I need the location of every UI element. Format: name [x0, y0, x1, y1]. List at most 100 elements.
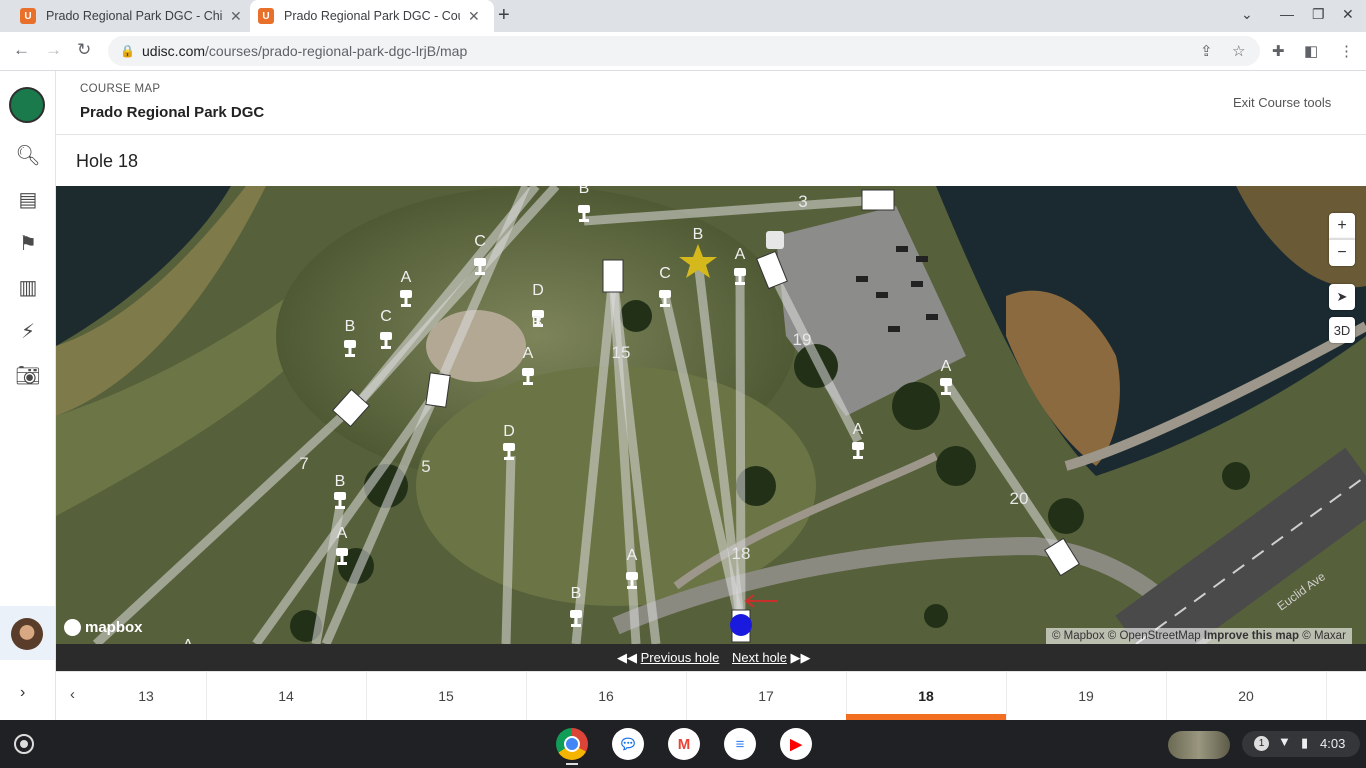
basket-letter: A — [627, 547, 638, 564]
tab-search-icon[interactable]: ⌄ — [1241, 6, 1253, 23]
next-hole-link[interactable]: Next hole ▶▶ — [732, 650, 811, 666]
hole-tab-13[interactable]: 13 — [86, 671, 207, 720]
mapbox-logo-icon — [64, 619, 81, 636]
messages-app-icon[interactable]: 💬︎ — [612, 728, 644, 760]
docs-app-icon[interactable]: ≡ — [724, 728, 756, 760]
improve-map-link[interactable]: Improve this map — [1204, 630, 1299, 642]
launcher-icon[interactable] — [14, 734, 34, 754]
hole-label-7: 7 — [299, 454, 308, 473]
url-path: /courses/prado-regional-park-dgc-lrjB/ma… — [205, 43, 468, 59]
hole-header — [56, 135, 1366, 186]
gmail-app-icon[interactable]: M — [668, 728, 700, 760]
running-indicator — [566, 763, 578, 765]
basket-letter: A — [941, 358, 952, 375]
reload-icon[interactable]: ↻ — [77, 40, 91, 60]
menu-icon[interactable]: ⋮ — [1339, 42, 1354, 60]
chevron-right-icon[interactable]: › — [20, 684, 25, 702]
zoom-in-button[interactable]: + — [1329, 213, 1355, 239]
attribution-osm-link[interactable]: © OpenStreetMap — [1108, 630, 1201, 642]
battery-icon: ▮ — [1301, 735, 1309, 750]
restroom-icon — [766, 231, 784, 249]
basket-letter: A — [337, 525, 348, 542]
hole-tab-17[interactable]: 17 — [686, 671, 847, 720]
basket-letter: D — [532, 282, 544, 299]
notification-count-badge[interactable]: 1 — [1254, 736, 1269, 751]
url-text[interactable]: udisc.com/courses/prado-regional-park-dg… — [142, 43, 467, 59]
hole-tab-19[interactable]: 19 — [1006, 671, 1167, 720]
basket-letter: B — [345, 318, 356, 335]
hole-label-20: 20 — [1010, 489, 1029, 508]
hole-tab-14[interactable]: 14 — [206, 671, 367, 720]
basket-letter: A — [853, 421, 864, 438]
stats-icon[interactable]: ▥ — [12, 271, 44, 303]
basket-letter: A — [523, 345, 534, 362]
forward-icon[interactable]: → — [45, 40, 62, 60]
zoom-out-button[interactable]: − — [1329, 239, 1355, 266]
map-attribution: © Mapbox © OpenStreetMap Improve this ma… — [1046, 628, 1352, 644]
3d-toggle-button[interactable]: 3D — [1329, 317, 1355, 343]
hole-label-5: 5 — [421, 457, 430, 476]
mapbox-wordmark: mapbox — [85, 619, 143, 636]
back-icon[interactable]: ← — [13, 40, 30, 60]
extensions-icon[interactable]: ✚ — [1272, 42, 1285, 60]
basket-letter: B — [571, 585, 582, 602]
course-map[interactable]: 3 15 19 7 5 18 20 B C A C B D B C A A D … — [56, 186, 1366, 644]
rewind-icon: ◀◀ — [617, 650, 641, 665]
basket-letter: A — [183, 637, 194, 644]
url-host: udisc.com — [142, 43, 206, 59]
hole-tab-18[interactable]: 18 — [846, 671, 1007, 720]
course-header — [56, 71, 1366, 135]
previous-hole-label: Previous hole — [640, 650, 720, 665]
udisc-favicon-icon: U — [258, 8, 274, 24]
chrome-app-icon[interactable] — [556, 728, 588, 760]
bookmark-star-icon[interactable]: ☆ — [1232, 42, 1245, 60]
basket-letter: B — [532, 314, 543, 331]
hole-tab-15[interactable]: 15 — [366, 671, 527, 720]
browser-tab[interactable]: U Prado Regional Park DGC - Chino ✕ — [12, 0, 256, 32]
next-hole-label: Next hole — [732, 650, 787, 665]
search-icon[interactable]: 🔍︎ — [12, 139, 44, 171]
course-title: Prado Regional Park DGC — [80, 104, 265, 121]
restore-icon[interactable]: ❐ — [1312, 6, 1325, 23]
exit-course-tools-link[interactable]: Exit Course tools — [1233, 95, 1331, 110]
browser-tab-active[interactable]: U Prado Regional Park DGC - Course ✕ — [250, 0, 494, 32]
close-icon[interactable]: ✕ — [230, 8, 242, 25]
hole-tab-16[interactable]: 16 — [526, 671, 687, 720]
new-tab-icon[interactable]: + — [498, 4, 510, 27]
page-title: Hole 18 — [76, 151, 139, 171]
hole-label-18: 18 — [732, 544, 751, 563]
basket-letter: B — [579, 186, 590, 197]
attribution-maxar-link[interactable]: © Maxar — [1302, 630, 1346, 642]
chevron-left-icon[interactable]: ‹ — [70, 686, 75, 703]
attribution-mapbox-link[interactable]: © Mapbox — [1052, 630, 1105, 642]
lightning-icon[interactable]: ⚡︎ — [12, 315, 44, 347]
previous-hole-link[interactable]: ◀◀ Previous hole — [617, 650, 719, 666]
holding-space-thumbnail[interactable] — [1168, 731, 1230, 759]
basket-letter: B — [693, 226, 704, 243]
camera-icon[interactable]: 📷︎ — [12, 359, 44, 391]
lock-icon[interactable]: 🔒 — [120, 44, 135, 58]
basket-letter: A — [735, 246, 746, 263]
share-icon[interactable]: ⇪ — [1200, 42, 1213, 60]
basket-letter: C — [380, 308, 392, 325]
avatar[interactable] — [11, 618, 43, 650]
udisc-favicon-icon: U — [20, 8, 36, 24]
clock: 4:03 — [1320, 736, 1346, 751]
udisc-logo-icon[interactable] — [9, 87, 45, 123]
basket-icon[interactable]: ⚑ — [12, 227, 44, 259]
basket-letter: B — [335, 473, 346, 490]
hole-label-3: 3 — [798, 192, 807, 211]
compass-icon[interactable]: ➤ — [1329, 284, 1355, 310]
close-window-icon[interactable]: ✕ — [1342, 6, 1354, 23]
fast-forward-icon: ▶▶ — [786, 650, 811, 665]
map-icon[interactable]: ▤ — [12, 183, 44, 215]
side-panel-icon[interactable]: ◧ — [1304, 42, 1318, 60]
mapbox-logo[interactable]: mapbox — [64, 619, 143, 636]
hole-tab-20[interactable]: 20 — [1166, 671, 1327, 720]
basket-letter: D — [503, 423, 515, 440]
basket-letter: C — [659, 265, 671, 282]
close-icon[interactable]: ✕ — [468, 8, 480, 25]
minimize-icon[interactable]: — — [1280, 6, 1294, 22]
youtube-app-icon[interactable]: ▶ — [780, 728, 812, 760]
tab-title: Prado Regional Park DGC - Chino — [46, 9, 222, 23]
